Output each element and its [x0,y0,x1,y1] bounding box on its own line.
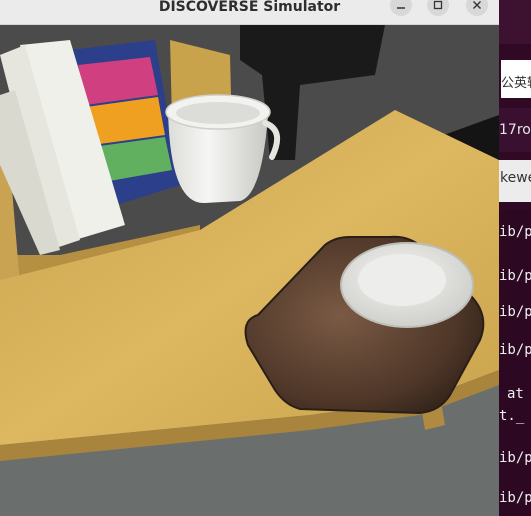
plate-inner [358,254,446,306]
window-title: DISCOVERSE Simulator [158,0,341,15]
close-icon [473,1,481,9]
background-terminal-panel: 公英辑 17ro kewe ib/p ib/p ib/p ib/p at t._… [499,0,531,516]
terminal-line: ib/p [499,450,531,466]
terminal-line: ib/p [499,268,531,284]
terminal-tab-2-label: kewe [500,170,531,186]
simulator-window: DISCOVERSE Simulator [0,0,499,516]
terminal-line: t._ [499,408,525,424]
search-text: 公英辑 [501,76,531,91]
terminal-tab-label: 17ro [499,122,531,138]
terminal-output[interactable]: ib/p ib/p ib/p ib/p at t._ ib/p ib/p [499,210,531,516]
terminal-tab-2[interactable]: kewe [499,160,531,202]
terminal-line: ib/p [499,342,531,358]
title-bar[interactable]: DISCOVERSE Simulator [0,0,499,25]
terminal-line: ib/p [499,304,531,320]
simulation-viewport[interactable] [0,25,499,516]
search-field[interactable]: 公英辑 [501,60,531,98]
terminal-line: ib/p [499,224,531,240]
minimize-icon [397,7,405,9]
terminal-line: ib/p [499,490,531,506]
terminal-tab[interactable]: 17ro [499,108,531,152]
maximize-icon [433,0,443,10]
terminal-line: at [507,386,524,402]
panel-top-strip [499,0,531,44]
